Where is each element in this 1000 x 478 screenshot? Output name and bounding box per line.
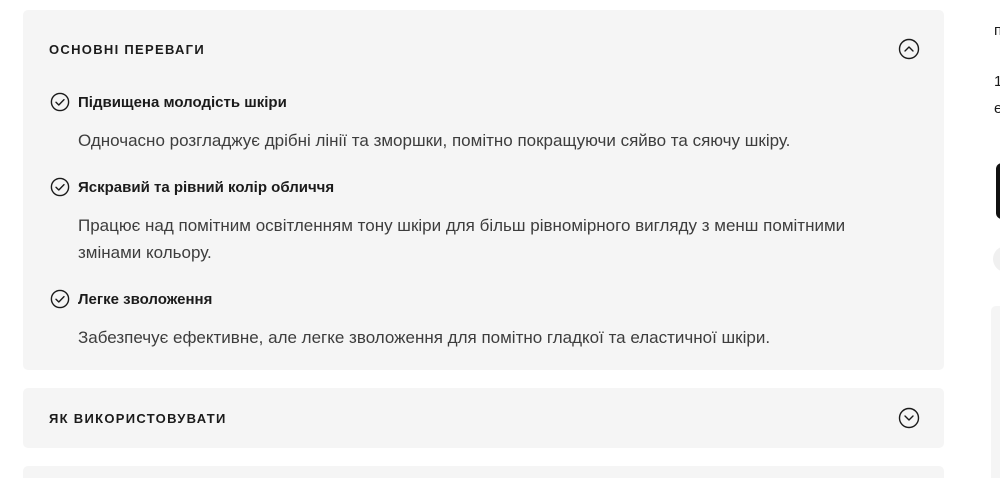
chevron-down-icon[interactable] <box>898 407 920 429</box>
benefit-item-description: Забезпечує ефективне, але легке зволожен… <box>78 328 771 347</box>
check-circle-icon <box>50 177 70 197</box>
benefits-accordion-title: ОСНОВНІ ПЕРЕВАГИ <box>49 41 205 57</box>
benefit-item-title: Яскравий та рівний колір обличчя <box>78 178 335 196</box>
benefit-item-header: Підвищена молодість шкіри <box>50 91 914 113</box>
benefit-item-title: Легке зволоження <box>78 290 213 308</box>
usage-accordion: ЯК ВИКОРИСТОВУВАТИ <box>23 388 944 448</box>
check-circle-icon <box>50 289 70 309</box>
sidebar-primary-button[interactable] <box>996 163 1000 219</box>
sidebar-fragment-text: е <box>994 100 1000 117</box>
benefit-item-header: Яскравий та рівний колір обличчя <box>50 176 914 198</box>
benefit-item-header: Легке зволоження <box>50 288 914 310</box>
sidebar-circle-button[interactable] <box>993 246 1000 272</box>
product-details-page: ОСНОВНІ ПЕРЕВАГИ Підвищена молодість шкі… <box>0 0 1000 478</box>
benefit-item-description: Працює над помітним освітленням тону шкі… <box>78 216 846 262</box>
benefits-accordion-header[interactable]: ОСНОВНІ ПЕРЕВАГИ <box>49 10 920 88</box>
check-circle-icon <box>50 92 70 112</box>
benefit-item: Легке зволоження Забезпечує ефективне, а… <box>50 288 914 351</box>
sidebar-panel <box>991 306 1000 478</box>
benefit-item-description: Одночасно розгладжує дрібні лінії та змо… <box>78 131 791 150</box>
usage-accordion-header[interactable]: ЯК ВИКОРИСТОВУВАТИ <box>49 388 920 448</box>
benefit-item-title: Підвищена молодість шкіри <box>78 93 287 111</box>
benefits-accordion: ОСНОВНІ ПЕРЕВАГИ Підвищена молодість шкі… <box>23 10 944 370</box>
benefit-item: Підвищена молодість шкіри Одночасно розг… <box>50 91 914 154</box>
sidebar-fragment-text: п <box>994 22 1000 39</box>
usage-accordion-title: ЯК ВИКОРИСТОВУВАТИ <box>49 410 227 426</box>
chevron-up-icon[interactable] <box>898 38 920 60</box>
sidebar-fragment-text: 1 <box>994 73 1000 90</box>
next-accordion[interactable] <box>23 466 944 478</box>
benefit-item: Яскравий та рівний колір обличчя Працює … <box>50 176 914 266</box>
